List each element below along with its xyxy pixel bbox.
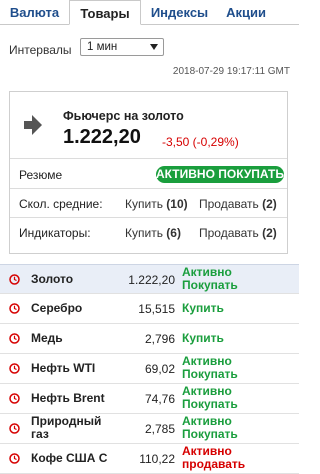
moving-averages-label: Скол. средние: <box>19 197 103 211</box>
commodity-signal: Купить <box>182 331 224 345</box>
controls-bar: Интервалы 1 мин 2018-07-29 19:17:11 GMT <box>0 33 299 83</box>
commodity-name: Нефть Brent <box>31 391 105 405</box>
moving-averages-buy: Купить (10) <box>125 197 188 211</box>
list-item[interactable]: Золото 1.222,20 Активно Покупать <box>0 264 299 294</box>
featured-instrument-card: Фьючерс на золото 1.222,20 -3,50 (-0,29%… <box>9 91 288 254</box>
tab-commodities[interactable]: Товары <box>69 0 141 25</box>
commodity-name: Медь <box>31 331 63 345</box>
list-item[interactable]: Медь 2,796 Купить <box>0 324 299 354</box>
clock-icon <box>9 333 20 344</box>
interval-value: 1 мин <box>87 41 118 53</box>
instrument-price: 1.222,20 <box>63 126 141 148</box>
tab-stocks[interactable]: Акции <box>218 0 274 24</box>
timestamp: 2018-07-29 19:17:11 GMT <box>172 66 290 77</box>
commodity-value: 2,796 <box>144 332 175 346</box>
interval-label: Интервалы <box>9 43 72 57</box>
commodity-signal: Активно Покупать <box>182 265 238 292</box>
list-item[interactable]: Серебро 15,515 Купить <box>0 294 299 324</box>
arrow-right-icon <box>24 115 42 135</box>
instrument-change: -3,50 (-0,29%) <box>162 135 239 149</box>
list-item[interactable]: Кофе США С 110,22 Активно продавать <box>0 444 299 474</box>
tab-bar: Валюта Товары Индексы Акции <box>0 0 299 25</box>
tab-currency[interactable]: Валюта <box>0 0 69 24</box>
commodity-value: 69,02 <box>144 362 175 376</box>
summary-label: Резюме <box>19 168 63 182</box>
list-item[interactable]: Нефть Brent 74,76 Активно Покупать <box>0 384 299 414</box>
moving-averages-sell: Продавать (2) <box>199 197 277 211</box>
commodity-signal: Активно Покупать <box>182 384 238 411</box>
commodity-name: Природный газ <box>31 414 102 441</box>
interval-select[interactable]: 1 мин <box>80 38 164 56</box>
divider <box>10 217 287 218</box>
summary-badge: АКТИВНО ПОКУПАТЬ <box>156 166 284 183</box>
commodity-value: 1.222,20 <box>128 273 175 287</box>
divider <box>10 188 287 189</box>
instrument-name[interactable]: Фьючерс на золото <box>63 109 184 123</box>
commodity-value: 74,76 <box>144 392 175 406</box>
indicators-label: Индикаторы: <box>19 226 91 240</box>
commodity-signal: Активно продавать <box>182 444 246 471</box>
commodity-value: 110,22 <box>139 452 175 466</box>
indicators-buy: Купить (6) <box>125 226 181 240</box>
indicators-sell: Продавать (2) <box>199 226 277 240</box>
commodity-name: Нефть WTI <box>31 361 96 375</box>
list-item[interactable]: Природный газ 2,785 Активно Покупать <box>0 414 299 444</box>
commodity-name: Серебро <box>31 301 83 315</box>
clock-icon <box>9 274 20 285</box>
clock-icon <box>9 423 20 434</box>
list-item[interactable]: Нефть WTI 69,02 Активно Покупать <box>0 354 299 384</box>
commodity-value: 15,515 <box>138 302 175 316</box>
commodity-signal: Активно Покупать <box>182 354 238 381</box>
clock-icon <box>9 303 20 314</box>
chevron-down-icon <box>150 44 158 50</box>
commodity-name: Кофе США С <box>31 451 108 465</box>
commodity-signal: Купить <box>182 301 224 315</box>
divider <box>10 158 287 159</box>
clock-icon <box>9 393 20 404</box>
commodity-value: 2,785 <box>144 422 175 436</box>
clock-icon <box>9 363 20 374</box>
commodity-signal: Активно Покупать <box>182 414 238 441</box>
clock-icon <box>9 453 20 464</box>
commodity-name: Золото <box>31 272 74 286</box>
tab-indices[interactable]: Индексы <box>141 0 218 24</box>
